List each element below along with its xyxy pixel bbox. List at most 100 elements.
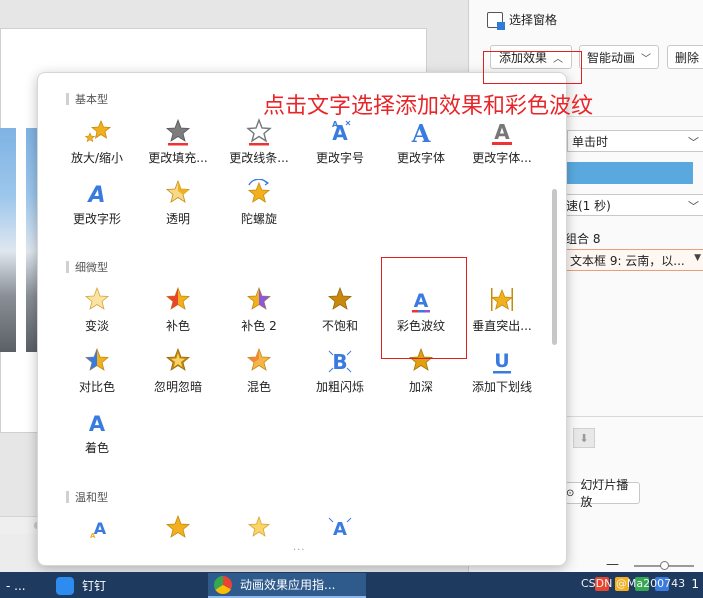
effect-moderate-1[interactable]: AA [55, 513, 139, 543]
annotation-text: 点击文字选择添加效果和彩色波纹 [263, 94, 594, 119]
smart-animation-button[interactable]: 智能动画 ﹀ [579, 45, 659, 69]
effect-vertical-highlight[interactable]: 垂直突出... [460, 285, 544, 341]
flicker-star-icon [164, 346, 192, 376]
effect-transparent[interactable]: 透明 [136, 178, 220, 234]
effect-label: 加深 [408, 380, 433, 394]
effect-bold-flash[interactable]: B 加粗闪烁 [298, 346, 382, 402]
delete-label: 删除 [674, 50, 699, 65]
effect-complement[interactable]: 补色 [136, 285, 220, 341]
taskbar-item-chrome[interactable]: 动画效果应用指... [208, 573, 366, 598]
burst-star-icon [245, 513, 273, 543]
selection-pane-button[interactable]: 选择窗格 [487, 11, 558, 30]
tint-a-icon: A [83, 407, 111, 437]
clock: 1 [691, 577, 699, 591]
zoom-slider[interactable]: — [604, 557, 703, 572]
effect-label: 着色 [84, 441, 109, 455]
watermark: CSDN @Ma200743 [581, 577, 686, 590]
effect-moderate-4[interactable]: A [298, 513, 382, 543]
line-star-icon [245, 117, 273, 147]
effect-label: 不饱和 [321, 319, 358, 333]
effect-change-font-style[interactable]: A 更改字形 [55, 178, 139, 234]
taskbar-item-dingtalk[interactable]: 钉钉 [50, 573, 202, 598]
start-select[interactable]: 单击时 ﹀ [567, 130, 703, 152]
effect-label: 透明 [165, 212, 190, 226]
effect-label: 加粗闪烁 [315, 380, 364, 394]
chevron-down-icon: ﹀ [688, 200, 699, 213]
play-icon: ⊙ [566, 487, 575, 499]
effect-label: 混色 [246, 380, 271, 394]
slideshow-button[interactable]: ⊙ 幻灯片播放 [565, 478, 640, 509]
effect-tint[interactable]: A 着色 [55, 407, 139, 463]
section-title: 基本型 [75, 93, 108, 106]
zoom-out-icon[interactable]: — [606, 557, 619, 572]
underline-u-icon: U [488, 346, 516, 376]
speed-value: 速(1 秒) [566, 198, 611, 213]
star-icon [164, 513, 192, 543]
effect-change-fill[interactable]: 更改填充... [136, 117, 220, 173]
svg-text:A: A [94, 519, 107, 538]
blend-star-icon [245, 346, 273, 376]
delete-button[interactable]: 删除 [667, 45, 703, 69]
speed-select[interactable]: 速(1 秒) ﹀ [561, 194, 703, 216]
slideshow-label: 幻灯片播放 [580, 478, 629, 509]
transparent-star-icon [164, 178, 192, 208]
effect-change-font[interactable]: A 更改字体 [379, 117, 463, 173]
font-a-icon: A [407, 117, 435, 147]
selection-pane-label: 选择窗格 [509, 13, 558, 27]
anim-list-group-item[interactable]: 组合 8 [565, 230, 600, 247]
svg-text:A: A [90, 532, 96, 540]
taskbar-item-label: - ... [6, 578, 26, 593]
svg-text:A: A [89, 412, 106, 436]
resize-grip[interactable]: ··· [293, 545, 306, 556]
section-header-moderate: 温和型 [66, 489, 108, 505]
effect-moderate-2[interactable] [136, 513, 220, 543]
move-down-button[interactable]: ⬇ [573, 428, 595, 448]
chevron-down-icon: ﹀ [641, 53, 651, 65]
effect-fade[interactable]: 变淡 [55, 285, 139, 341]
svg-text:A: A [411, 119, 431, 146]
svg-text:A: A [333, 519, 347, 540]
effect-change-line[interactable]: 更改线条... [217, 117, 301, 173]
chrome-icon [214, 575, 232, 594]
slide-photo-left [0, 128, 16, 352]
font-size-a-icon: AA [326, 117, 354, 147]
spin-star-icon [245, 178, 273, 208]
effect-complement-2[interactable]: 补色 2 [217, 285, 301, 341]
effect-desaturate[interactable]: 不饱和 [298, 285, 382, 341]
effect-label: 更改字体... [472, 151, 532, 165]
property-field[interactable] [567, 162, 693, 184]
desaturate-star-icon [326, 285, 354, 315]
effect-change-font-color[interactable]: A 更改字体... [460, 117, 544, 173]
effect-label: 放大/缩小 [70, 151, 124, 165]
textbox-item-label: 文本框 9: 云南，以... [570, 253, 685, 268]
effect-label: 添加下划线 [471, 380, 532, 394]
add-effect-dropdown: 基本型 放大/缩小 更改填充... 更改线条... AA 更改字号 A 更改字体… [37, 72, 567, 566]
chevron-down-icon: ﹀ [688, 136, 699, 149]
dingtalk-icon [56, 576, 74, 595]
taskbar-item-app1[interactable]: - ... [0, 573, 42, 598]
section-header-basic: 基本型 [66, 91, 108, 107]
effect-spin[interactable]: 陀螺旋 [217, 178, 301, 234]
panel-scrollbar[interactable] [552, 189, 557, 345]
selection-pane-icon [487, 11, 505, 30]
effect-blend[interactable]: 混色 [217, 346, 301, 402]
effect-underline[interactable]: U 添加下划线 [460, 346, 544, 402]
effect-label: 陀螺旋 [240, 212, 277, 226]
effect-contrast[interactable]: 对比色 [55, 346, 139, 402]
flash-a-icon: A [326, 513, 354, 543]
taskbar-item-label: 钉钉 [82, 579, 107, 593]
effect-label: 更改字号 [315, 151, 364, 165]
complement-star-icon [164, 285, 192, 315]
effect-moderate-3[interactable] [217, 513, 301, 543]
fill-star-icon [164, 117, 192, 147]
grow-a-icon: AA [83, 513, 111, 543]
contrast-star-icon [83, 346, 111, 376]
effect-label: 更改字体 [396, 151, 445, 165]
anim-list-textbox-item[interactable]: 文本框 9: 云南，以... ▼ [565, 249, 703, 271]
svg-text:A: A [86, 183, 105, 207]
effect-change-font-size[interactable]: AA 更改字号 [298, 117, 382, 173]
vertical-star-icon [488, 285, 516, 315]
effect-label: 补色 2 [241, 319, 277, 333]
effect-zoom[interactable]: 放大/缩小 [55, 117, 139, 173]
effect-flicker[interactable]: 忽明忽暗 [136, 346, 220, 402]
